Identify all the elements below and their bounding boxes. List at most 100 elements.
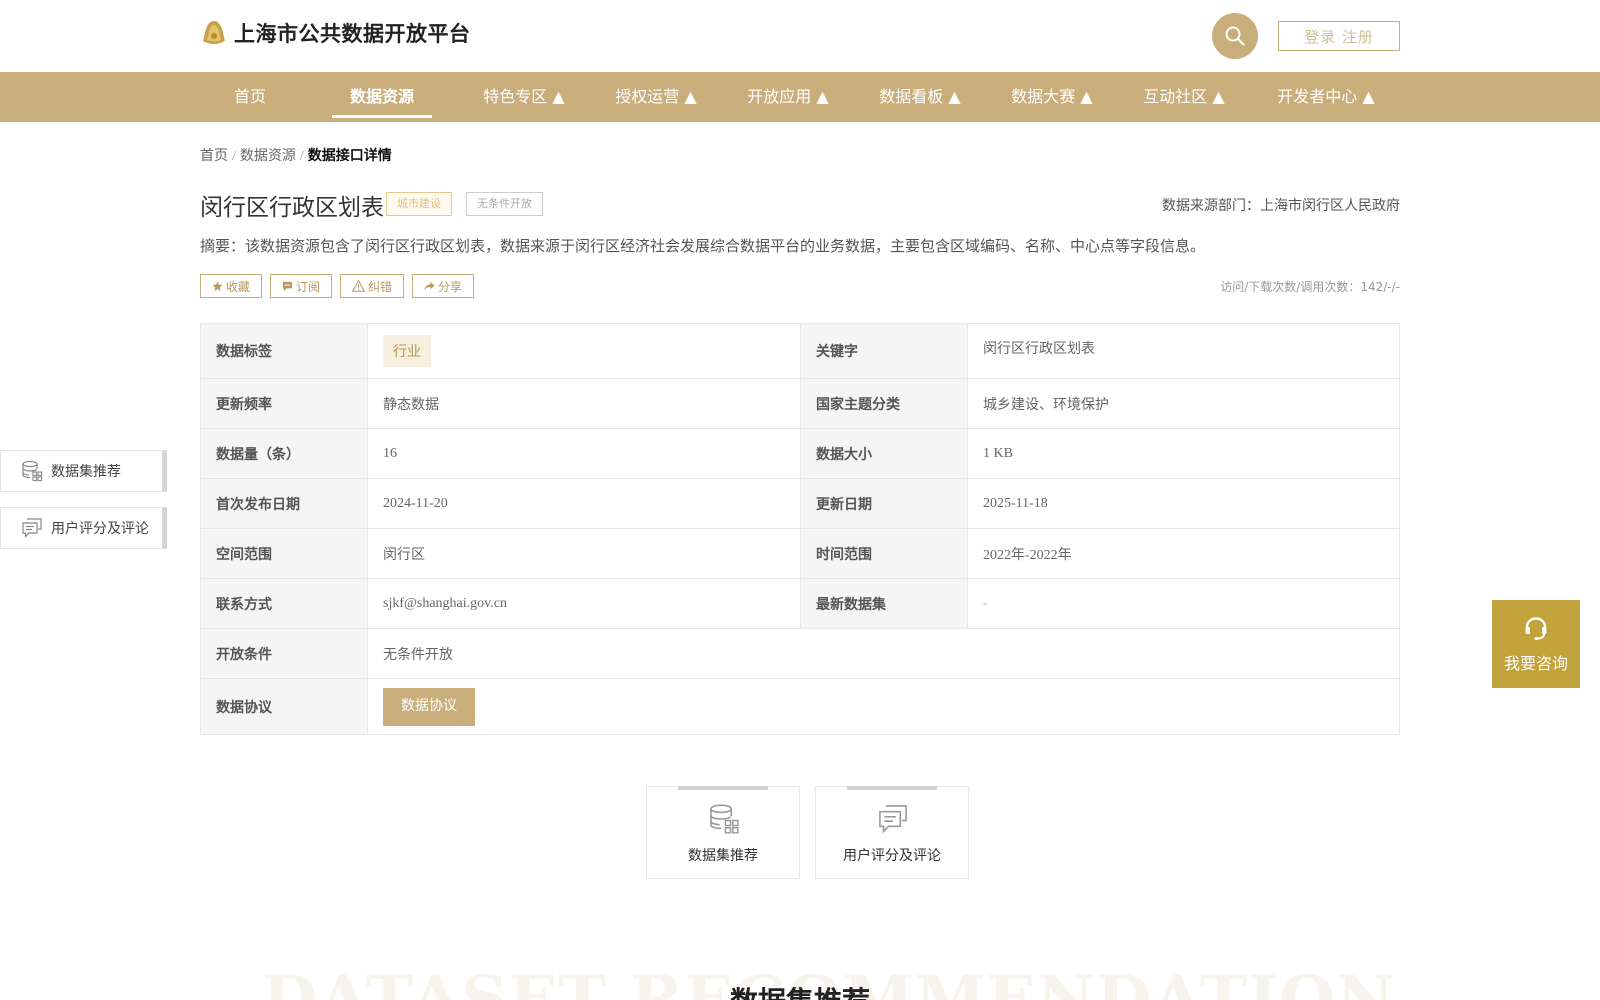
report-error-button[interactable]: 纠错: [340, 274, 405, 298]
tab-rating-comments-label: 用户评分及评论: [843, 848, 941, 864]
value-open-condition: 无条件开放: [367, 628, 1400, 679]
login-register-button[interactable]: 登录 注册: [1278, 21, 1400, 51]
subscribe-button[interactable]: 订阅: [270, 274, 333, 298]
table-row: 开放条件 无条件开放: [200, 628, 1400, 679]
breadcrumb-home[interactable]: 首页: [200, 149, 228, 164]
database-icon: [22, 460, 43, 482]
latest-dataset-link[interactable]: -: [983, 596, 988, 611]
breadcrumb-current: 数据接口详情: [307, 149, 392, 164]
search-icon: [1225, 26, 1245, 46]
table-row: 数据协议 数据协议: [200, 678, 1400, 735]
nav-item-developer-center[interactable]: 开发者中心 ▲: [1256, 72, 1396, 122]
value-national-topic: 城乡建设、环境保护: [967, 378, 1400, 429]
nav-item-community[interactable]: 互动社区 ▲: [1124, 72, 1244, 122]
value-record-count: 16: [367, 428, 801, 479]
summary-text: 摘要：该数据资源包含了闵行区行政区划表，数据来源于闵行区经济社会发展综合数据平台…: [200, 237, 1206, 255]
report-error-label: 纠错: [368, 279, 393, 294]
label-update-frequency: 更新频率: [200, 378, 368, 429]
consult-label: 我要咨询: [1503, 654, 1568, 673]
nav-item-data-resources[interactable]: 数据资源: [332, 72, 432, 122]
visit-stats: 访问/下载次数/调用次数：142/-/-: [1220, 280, 1400, 294]
label-data-agreement: 数据协议: [200, 678, 368, 735]
subscribe-icon: [282, 281, 293, 291]
label-keyword: 关键字: [800, 323, 968, 379]
nav-item-home[interactable]: 首页: [214, 72, 286, 122]
label-national-topic: 国家主题分类: [800, 378, 968, 429]
label-data-tag: 数据标签: [200, 323, 368, 379]
value-data-size: 1 KB: [967, 428, 1400, 479]
favorite-label: 收藏: [226, 279, 251, 294]
tag-unconditional-open[interactable]: 无条件开放: [466, 192, 543, 216]
nav-item-open-apps[interactable]: 开放应用 ▲: [728, 72, 848, 122]
section-title-dataset-recommend: 数据集推荐: [0, 980, 1600, 1000]
side-dataset-recommend-button[interactable]: 数据集推荐: [0, 450, 167, 492]
table-row: 空间范围 闵行区 时间范围 2022年-2022年: [200, 528, 1400, 579]
label-data-size: 数据大小: [800, 428, 968, 479]
value-data-tag: 行业: [367, 323, 801, 379]
tag-city-construction[interactable]: 城市建设: [386, 192, 452, 216]
value-spatial-range: 闵行区: [367, 528, 801, 579]
label-latest-dataset: 最新数据集: [800, 578, 968, 629]
database-icon: [710, 804, 739, 834]
nav-item-featured-zones[interactable]: 特色专区 ▲: [464, 72, 584, 122]
table-row: 数据量（条） 16 数据大小 1 KB: [200, 428, 1400, 479]
breadcrumb-separator: /: [299, 149, 304, 164]
comment-icon: [22, 518, 42, 538]
site-header: 上海市公共数据开放平台 登录 注册: [0, 0, 1600, 72]
subscribe-label: 订阅: [296, 279, 321, 294]
industry-tag[interactable]: 行业: [383, 335, 431, 367]
star-icon: [212, 280, 223, 291]
share-icon: [424, 281, 435, 291]
comment-icon: [879, 805, 907, 834]
breadcrumb-separator: /: [232, 149, 236, 164]
share-button[interactable]: 分享: [412, 274, 475, 298]
label-open-condition: 开放条件: [200, 628, 368, 679]
value-update-frequency: 静态数据: [367, 378, 801, 429]
breadcrumb: 首页 / 数据资源 / 数据接口详情: [200, 145, 392, 165]
warning-icon: [352, 280, 366, 292]
site-logo[interactable]: 上海市公共数据开放平台: [200, 18, 471, 48]
value-latest-dataset: -: [967, 578, 1400, 629]
value-time-range: 2022年-2022年: [967, 528, 1400, 579]
tab-dataset-recommend-label: 数据集推荐: [688, 848, 758, 864]
search-button[interactable]: [1212, 13, 1258, 59]
label-contact: 联系方式: [200, 578, 368, 629]
nav-item-authorized-ops[interactable]: 授权运营 ▲: [596, 72, 716, 122]
label-first-publish-date: 首次发布日期: [200, 478, 368, 529]
label-record-count: 数据量（条）: [200, 428, 368, 479]
value-update-date: 2025-11-18: [967, 478, 1400, 529]
side-dataset-recommend-label: 数据集推荐: [51, 464, 121, 480]
tab-indicator: [847, 786, 937, 790]
table-row: 联系方式 sjkf@shanghai.gov.cn 最新数据集 -: [200, 578, 1400, 629]
source-department: 数据来源部门：上海市闵行区人民政府: [1162, 198, 1400, 214]
shanghai-logo-icon: [200, 19, 228, 47]
nav-item-data-contest[interactable]: 数据大赛 ▲: [992, 72, 1112, 122]
table-row: 首次发布日期 2024-11-20 更新日期 2025-11-18: [200, 478, 1400, 529]
data-agreement-button[interactable]: 数据协议: [383, 687, 475, 726]
page-title: 闵行区行政区划表: [200, 195, 384, 221]
value-keyword: 闵行区行政区划表: [967, 323, 1400, 379]
tab-dataset-recommend[interactable]: 数据集推荐: [646, 786, 800, 879]
table-row: 数据标签 行业 关键字 闵行区行政区划表: [200, 323, 1400, 379]
side-rating-comments-button[interactable]: 用户评分及评论: [0, 507, 167, 549]
table-row: 更新频率 静态数据 国家主题分类 城乡建设、环境保护: [200, 378, 1400, 429]
label-time-range: 时间范围: [800, 528, 968, 579]
headset-icon: [1525, 617, 1547, 641]
value-contact: sjkf@shanghai.gov.cn: [367, 578, 801, 629]
value-data-agreement: 数据协议: [367, 678, 1400, 735]
tab-rating-comments[interactable]: 用户评分及评论: [815, 786, 969, 879]
action-bar: 收藏 订阅 纠错 分享: [200, 274, 475, 298]
favorite-button[interactable]: 收藏: [200, 274, 263, 298]
share-label: 分享: [438, 279, 463, 294]
label-spatial-range: 空间范围: [200, 528, 368, 579]
tab-indicator: [678, 786, 768, 790]
side-rating-comments-label: 用户评分及评论: [51, 521, 149, 537]
main-nav: 首页 数据资源 特色专区 ▲ 授权运营 ▲ 开放应用 ▲ 数据看板 ▲ 数据大赛…: [0, 72, 1600, 122]
site-title: 上海市公共数据开放平台: [234, 22, 471, 46]
consult-button[interactable]: 我要咨询: [1492, 600, 1580, 688]
nav-item-data-dashboard[interactable]: 数据看板 ▲: [860, 72, 980, 122]
breadcrumb-data-resources[interactable]: 数据资源: [240, 149, 296, 164]
label-update-date: 更新日期: [800, 478, 968, 529]
value-first-publish-date: 2024-11-20: [367, 478, 801, 529]
info-table: 数据标签 行业 关键字 闵行区行政区划表 更新频率 静态数据 国家主题分类 城乡…: [200, 323, 1400, 735]
